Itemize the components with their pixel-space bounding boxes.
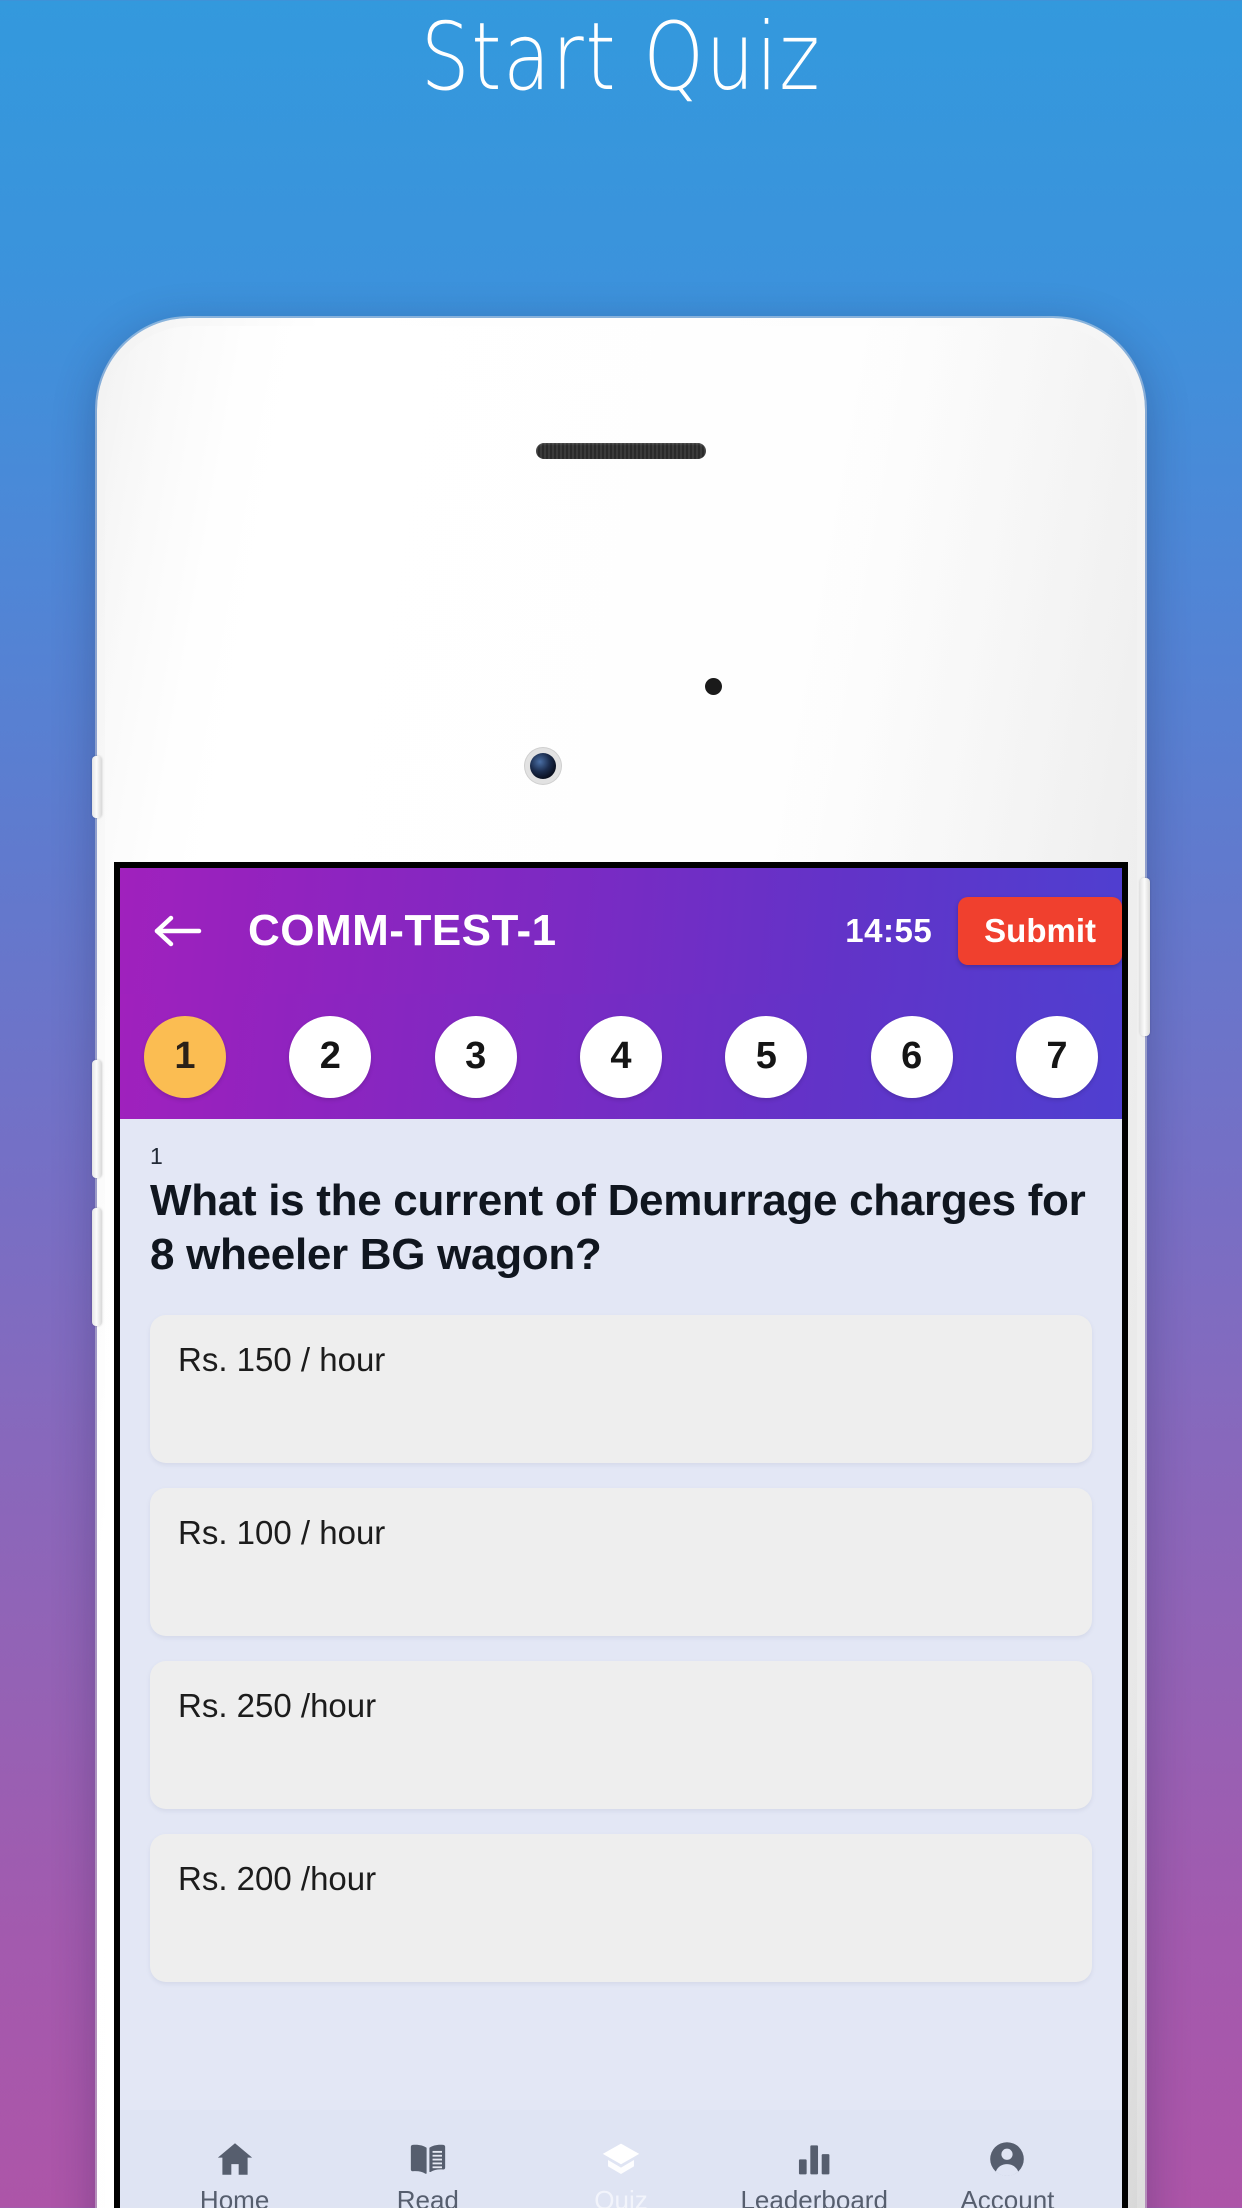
question-number-2[interactable]: 2 [289, 1015, 372, 1098]
question-number-7[interactable]: 7 [1015, 1015, 1098, 1098]
earpiece-speaker [536, 443, 706, 459]
question-number-6[interactable]: 6 [870, 1015, 953, 1098]
phone-mute-button [92, 756, 102, 818]
account-circle-icon [985, 2134, 1029, 2180]
timer-display: 14:55 [845, 912, 933, 949]
nav-item-home[interactable]: Home [138, 2134, 331, 2208]
nav-label-account: Account [960, 2184, 1055, 2208]
question-index-label: 1 [150, 1143, 163, 1169]
nav-item-read[interactable]: Read [331, 2134, 524, 2208]
answer-option-4[interactable]: Rs. 200 /hour [150, 1834, 1092, 1983]
phone-mockup: COMM-TEST-1 14:55 Submit 1 2 3 4 5 6 7 1… [92, 318, 1150, 2208]
question-text: What is the current of Demurrage charges… [150, 1176, 1086, 1279]
page-title: Start Quiz [420, 3, 822, 112]
quiz-title: COMM-TEST-1 [248, 906, 557, 955]
phone-volume-down-button [92, 1208, 102, 1326]
nav-label-home: Home [199, 2184, 270, 2208]
arrow-left-icon [154, 915, 202, 947]
question-content: 1 What is the current of Demurrage charg… [120, 1119, 1122, 2110]
answer-option-3[interactable]: Rs. 250 /hour [150, 1661, 1092, 1810]
question-number-4[interactable]: 4 [579, 1015, 662, 1098]
answer-option-1[interactable]: Rs. 150 / hour [150, 1315, 1092, 1464]
proximity-sensor-icon [705, 678, 722, 695]
graduation-cap-icon [597, 2134, 645, 2180]
back-button[interactable] [150, 902, 208, 960]
app-bar: COMM-TEST-1 14:55 Submit [120, 868, 1122, 994]
nav-label-quiz: Quiz [594, 2184, 648, 2208]
nav-label-read: Read [396, 2184, 459, 2208]
nav-item-quiz[interactable]: Quiz [524, 2134, 717, 2208]
phone-screen-bezel: COMM-TEST-1 14:55 Submit 1 2 3 4 5 6 7 1… [114, 862, 1128, 2208]
nav-label-leaderboard: Leaderboard [740, 2184, 888, 2208]
submit-button[interactable]: Submit [958, 897, 1122, 965]
question-number-3[interactable]: 3 [434, 1015, 517, 1098]
question-number-1[interactable]: 1 [144, 1015, 226, 1098]
answer-options-list: Rs. 150 / hour Rs. 100 / hour Rs. 250 /h… [150, 1315, 1092, 1983]
phone-volume-up-button [92, 1060, 102, 1178]
bottom-navigation-bar: Home Read Quiz Leaderboard Account [120, 2110, 1122, 2208]
nav-item-account[interactable]: Account [911, 2134, 1104, 2208]
question-number-strip: 1 2 3 4 5 6 7 [120, 994, 1122, 1119]
app-screen: COMM-TEST-1 14:55 Submit 1 2 3 4 5 6 7 1… [120, 868, 1122, 2208]
nav-item-leaderboard[interactable]: Leaderboard [718, 2134, 911, 2208]
home-icon [213, 2134, 257, 2180]
question-number-5[interactable]: 5 [725, 1015, 808, 1098]
open-book-icon [405, 2134, 451, 2180]
front-camera-icon [530, 753, 556, 779]
answer-option-2[interactable]: Rs. 100 / hour [150, 1488, 1092, 1637]
bar-chart-icon [792, 2134, 836, 2180]
phone-power-button [1140, 878, 1150, 1036]
